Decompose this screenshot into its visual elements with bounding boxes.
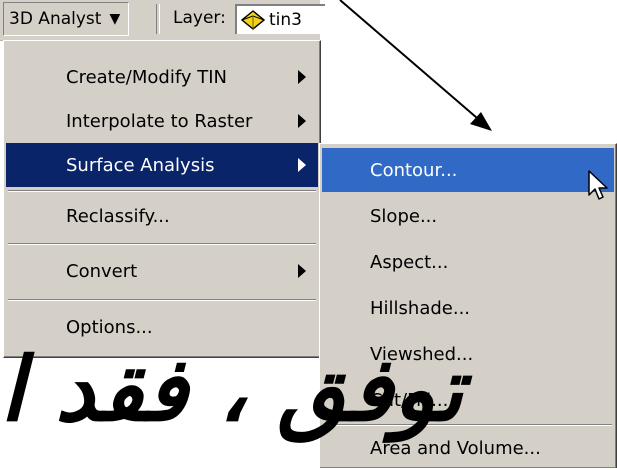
menu-item-surface-analysis[interactable]: Surface Analysis (6, 143, 318, 187)
3d-analyst-menu-label: 3D Analyst (9, 9, 102, 29)
submenu-arrow-icon (298, 158, 306, 172)
menu-separator (8, 190, 316, 192)
3d-analyst-menu: Create/Modify TIN Interpolate to Raster … (3, 40, 321, 358)
submenu-arrow-icon (298, 114, 306, 128)
tin-layer-icon (241, 10, 265, 30)
mouse-pointer-icon (588, 170, 608, 200)
menu-item-label: Surface Analysis (66, 154, 215, 176)
menu-item-hillshade[interactable]: Hillshade... (322, 286, 614, 330)
menu-separator (8, 299, 316, 301)
toolbar: 3D Analyst ▼ Layer: tin3 (0, 0, 325, 41)
handwritten-arabic-text: توفق ، فقد ا (0, 337, 463, 441)
3d-analyst-menu-button[interactable]: 3D Analyst ▼ (3, 2, 130, 36)
menu-separator (8, 243, 316, 245)
menu-item-label: Create/Modify TIN (66, 66, 228, 88)
menu-item-label: Interpolate to Raster (66, 110, 253, 132)
submenu-arrow-icon (298, 70, 306, 84)
menu-item-convert[interactable]: Convert (6, 249, 318, 293)
menu-item-label: Hillshade... (370, 297, 471, 319)
toolbar-separator (156, 4, 160, 34)
dropdown-arrow-icon: ▼ (109, 11, 121, 27)
menu-item-interpolate-to-raster[interactable]: Interpolate to Raster (6, 99, 318, 143)
layer-select[interactable]: tin3 (235, 4, 325, 34)
submenu-arrow-icon (298, 264, 306, 278)
menu-item-reclassify[interactable]: Reclassify... (6, 194, 318, 238)
menu-item-label: Convert (66, 260, 138, 282)
layer-value: tin3 (269, 10, 302, 30)
layer-label: Layer: (173, 8, 226, 28)
menu-item-label: Contour... (370, 159, 458, 181)
menu-item-create-modify-tin[interactable]: Create/Modify TIN (6, 55, 318, 99)
menu-item-label: Aspect... (370, 251, 449, 273)
menu-item-label: Slope... (370, 205, 438, 227)
menu-item-aspect[interactable]: Aspect... (322, 240, 614, 284)
menu-item-label: Options... (66, 316, 153, 338)
menu-item-contour[interactable]: Contour... (322, 148, 614, 192)
menu-item-slope[interactable]: Slope... (322, 194, 614, 238)
menu-item-label: Reclassify... (66, 205, 170, 227)
